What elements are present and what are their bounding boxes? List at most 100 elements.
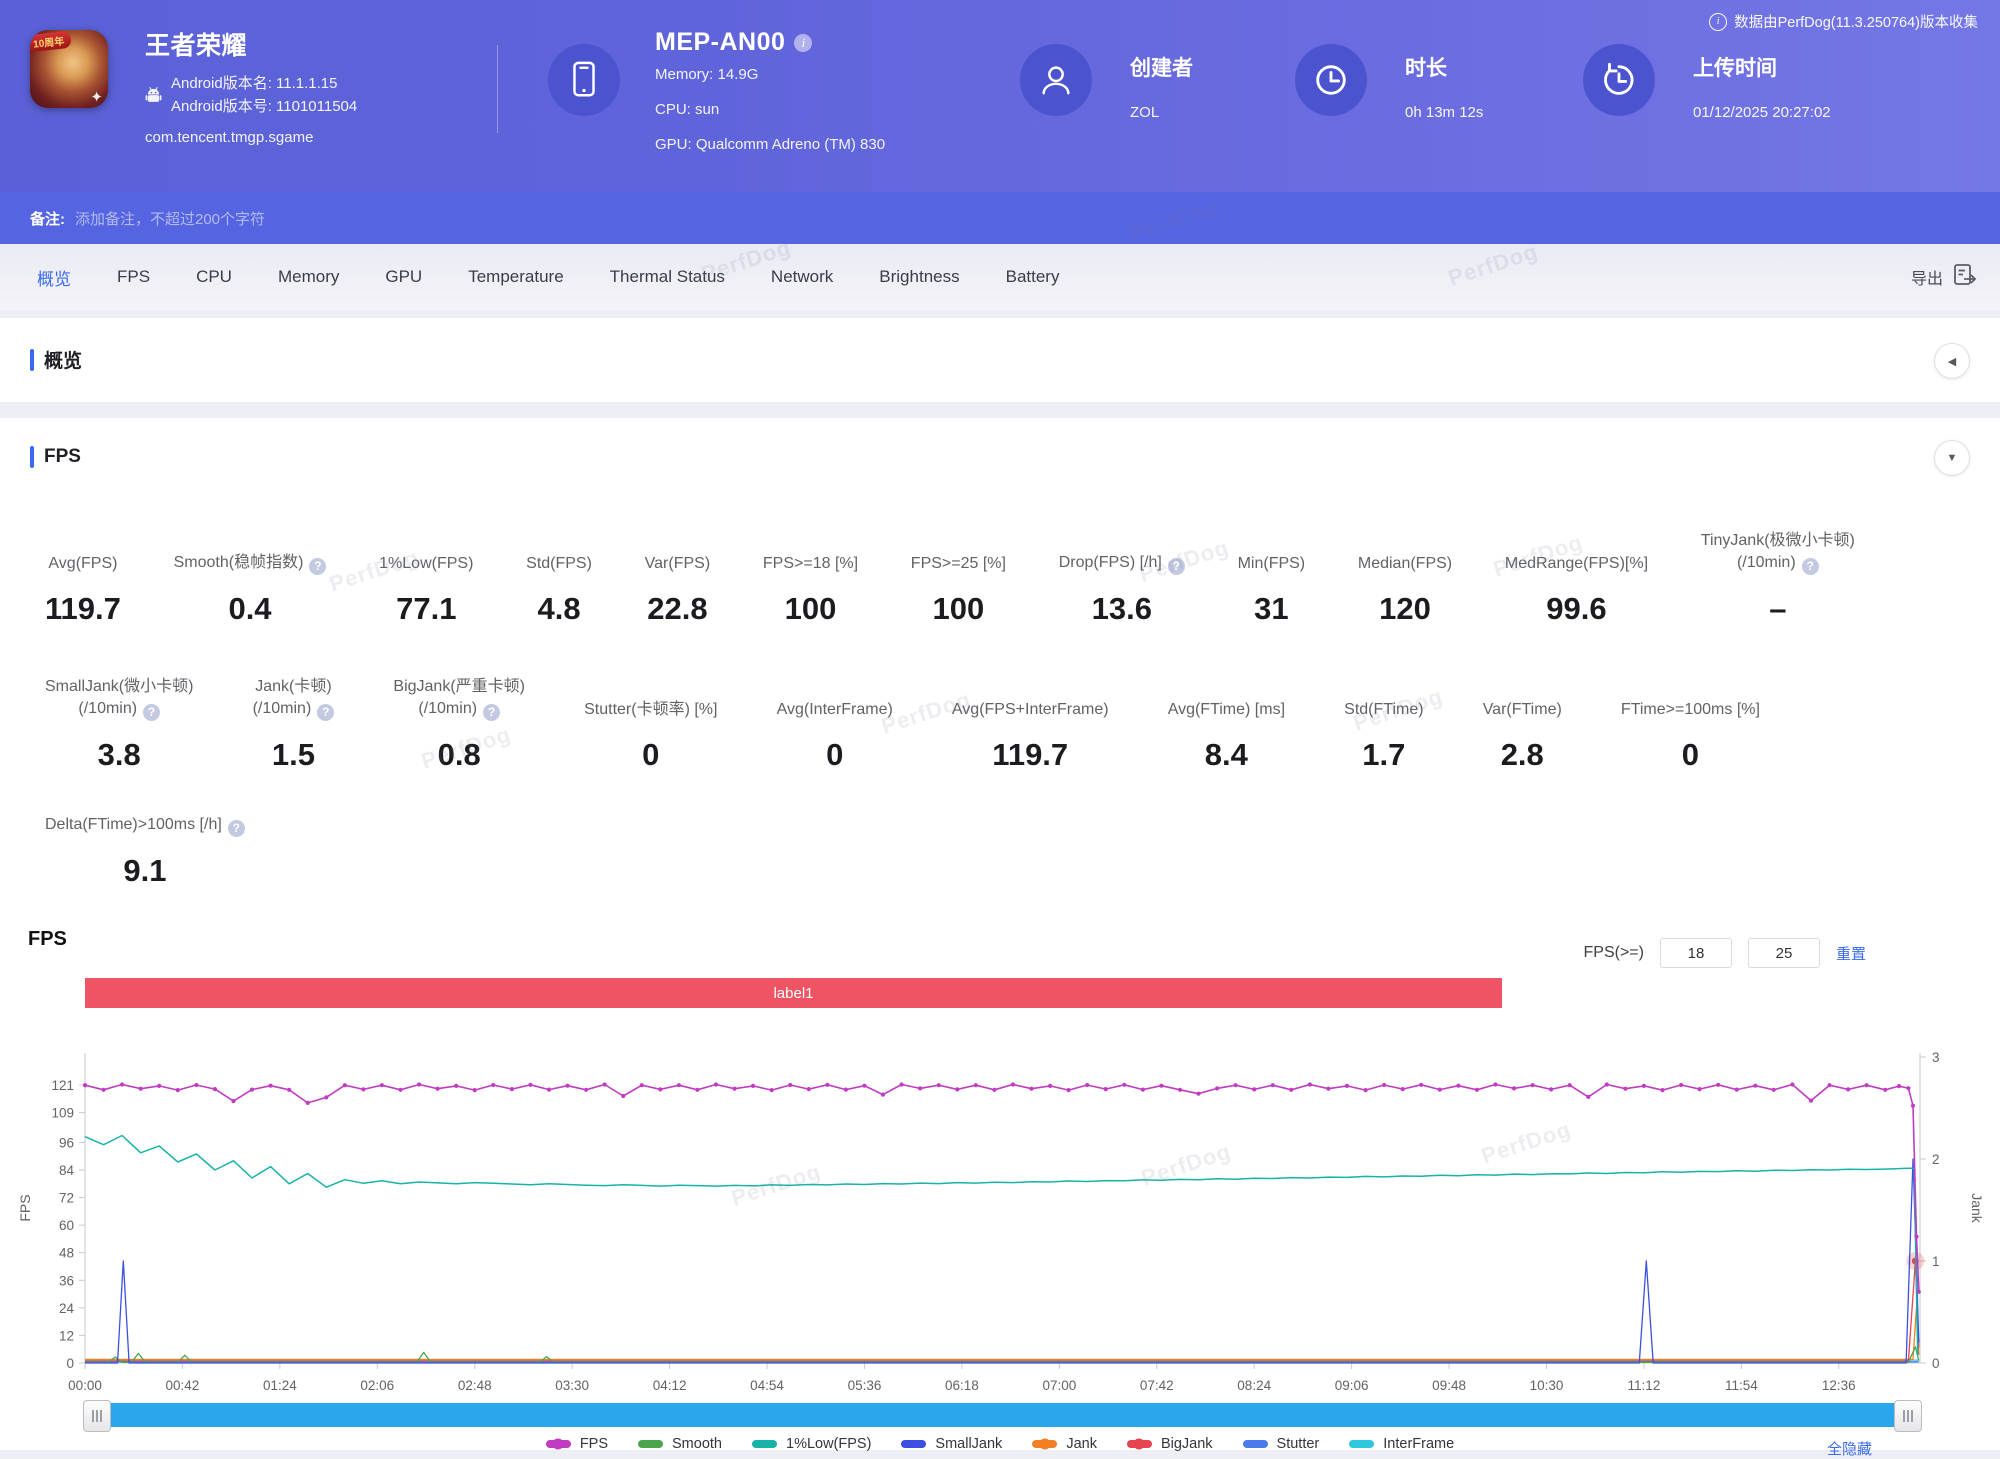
creator-block: 创建者 ZOL bbox=[1020, 44, 1193, 121]
svg-text:05:36: 05:36 bbox=[848, 1378, 882, 1393]
stat-value: 77.1 bbox=[396, 593, 456, 625]
help-icon[interactable]: ? bbox=[1802, 558, 1819, 575]
stat-stutter: Stutter(卡顿率) [%]0 bbox=[584, 699, 717, 771]
svg-text:04:12: 04:12 bbox=[653, 1378, 687, 1393]
stat-var: Var(FTime)2.8 bbox=[1483, 699, 1562, 771]
legend-marker bbox=[546, 1440, 571, 1448]
svg-text:24: 24 bbox=[59, 1301, 75, 1316]
stat-label: Avg(InterFrame) bbox=[777, 701, 893, 718]
upload-time-label: 上传时间 bbox=[1693, 52, 1831, 82]
stat-smooth: Smooth(稳帧指数)? 0.4 bbox=[174, 552, 327, 625]
svg-text:0: 0 bbox=[66, 1356, 74, 1371]
tab-temperature[interactable]: Temperature bbox=[445, 267, 586, 287]
history-clock-icon bbox=[1583, 44, 1655, 116]
reset-link[interactable]: 重置 bbox=[1836, 943, 1866, 964]
stat-label: Drop(FPS) [/h] bbox=[1059, 554, 1162, 571]
app-package: com.tencent.tmgp.sgame bbox=[145, 126, 357, 149]
info-icon: i bbox=[1709, 13, 1727, 31]
stat-label: Var(FTime) bbox=[1483, 701, 1562, 718]
stat-label: Avg(FPS+InterFrame) bbox=[952, 701, 1109, 718]
help-icon[interactable]: ? bbox=[1168, 558, 1185, 575]
stat-label: Var(FPS) bbox=[645, 555, 710, 572]
tab-brightness[interactable]: Brightness bbox=[856, 267, 982, 287]
export-button[interactable]: 导出 bbox=[1911, 244, 1978, 310]
stat-value: 0.4 bbox=[228, 593, 271, 625]
overview-collapse-button[interactable]: ◀ bbox=[1934, 343, 1970, 379]
svg-text:Jank: Jank bbox=[1969, 1193, 1985, 1224]
tab-概览[interactable]: 概览 bbox=[14, 265, 94, 290]
phone-icon bbox=[548, 44, 620, 116]
svg-text:1: 1 bbox=[1932, 1254, 1940, 1269]
stat-value: 100 bbox=[785, 593, 837, 625]
overview-panel: 概览 ◀ bbox=[0, 318, 2000, 402]
stat-delta: Delta(FTime)>100ms [/h]?9.1 bbox=[45, 814, 245, 887]
svg-text:00:42: 00:42 bbox=[166, 1378, 200, 1393]
svg-text:02:06: 02:06 bbox=[360, 1378, 394, 1393]
stat-fps>=18%: FPS>=18 [%]100 bbox=[763, 553, 858, 625]
fps-collapse-button[interactable]: ▼ bbox=[1934, 440, 1970, 476]
svg-text:04:54: 04:54 bbox=[750, 1378, 784, 1393]
stat-label: Median(FPS) bbox=[1358, 555, 1452, 572]
tab-cpu[interactable]: CPU bbox=[173, 267, 255, 287]
tab-battery[interactable]: Battery bbox=[983, 267, 1083, 287]
stat-median: Median(FPS) 120 bbox=[1358, 553, 1452, 625]
stat-label: FPS>=25 [%] bbox=[911, 555, 1006, 572]
stat-ftime>=100ms%: FTime>=100ms [%]0 bbox=[1621, 699, 1760, 771]
svg-text:36: 36 bbox=[59, 1273, 74, 1288]
fps-threshold-input-2[interactable] bbox=[1748, 938, 1820, 968]
help-icon[interactable]: ? bbox=[483, 704, 500, 721]
chart-label-annotation[interactable]: label1 bbox=[85, 978, 1502, 1008]
tab-thermal-status[interactable]: Thermal Status bbox=[587, 267, 748, 287]
stat-value: 120 bbox=[1379, 593, 1431, 625]
svg-text:09:48: 09:48 bbox=[1432, 1378, 1466, 1393]
export-label: 导出 bbox=[1911, 265, 1943, 289]
tab-gpu[interactable]: GPU bbox=[362, 267, 445, 287]
stat-value: 0 bbox=[1682, 739, 1699, 771]
range-handle-left[interactable] bbox=[83, 1400, 111, 1432]
help-icon[interactable]: ? bbox=[309, 558, 326, 575]
help-icon[interactable]: ? bbox=[317, 704, 334, 721]
stat-label: Smooth(稳帧指数) bbox=[174, 554, 304, 571]
stat-label: Avg(FPS) bbox=[48, 555, 117, 572]
fps-section-title: FPS bbox=[44, 446, 81, 468]
fps-chart[interactable]: 01224364860728496109121012300:0000:4201:… bbox=[0, 1035, 2000, 1395]
fps-threshold-label: FPS(>=) bbox=[1584, 944, 1644, 962]
note-input-bar[interactable]: 备注: 添加备注，不超过200个字符 bbox=[0, 192, 2000, 244]
svg-text:FPS: FPS bbox=[17, 1194, 33, 1221]
help-icon[interactable]: ? bbox=[228, 820, 245, 837]
tab-bar: 概览FPSCPUMemoryGPUTemperatureThermal Stat… bbox=[0, 244, 2000, 310]
svg-text:12: 12 bbox=[59, 1328, 74, 1343]
range-handle-right[interactable] bbox=[1894, 1400, 1922, 1432]
device-info-icon[interactable]: i bbox=[794, 34, 812, 52]
legend-marker bbox=[752, 1440, 777, 1448]
legend-marker bbox=[1243, 1440, 1268, 1448]
stat-avg: Avg(FPS)119.7 bbox=[45, 553, 121, 625]
creator-icon bbox=[1020, 44, 1092, 116]
stat-label: TinyJank(极微小卡顿) (/10min) bbox=[1701, 532, 1855, 571]
svg-text:60: 60 bbox=[59, 1218, 74, 1233]
help-icon[interactable]: ? bbox=[143, 704, 160, 721]
hide-all-link[interactable]: 全隐藏 bbox=[1827, 1438, 1872, 1459]
chart-range-track[interactable] bbox=[85, 1403, 1920, 1427]
chart-title: FPS bbox=[28, 928, 67, 951]
tab-fps[interactable]: FPS bbox=[94, 267, 173, 287]
stat-label: SmallJank(微小卡顿) (/10min) bbox=[45, 678, 193, 717]
stat-1%low: 1%Low(FPS)77.1 bbox=[379, 553, 473, 625]
device-gpu: GPU: Qualcomm Adreno (TM) 830 bbox=[655, 127, 885, 162]
fps-threshold-input-1[interactable] bbox=[1660, 938, 1732, 968]
app-version-name: Android版本名: 11.1.1.15 bbox=[171, 72, 357, 95]
tab-network[interactable]: Network bbox=[748, 267, 856, 287]
legend-marker bbox=[1349, 1440, 1374, 1448]
app-icon: 10周年 ✦ bbox=[30, 30, 108, 108]
creator-value: ZOL bbox=[1130, 104, 1193, 121]
duration-block: 时长 0h 13m 12s bbox=[1295, 44, 1483, 121]
svg-text:09:06: 09:06 bbox=[1335, 1378, 1369, 1393]
legend-marker bbox=[1127, 1440, 1152, 1448]
header-divider bbox=[497, 45, 498, 133]
tab-memory[interactable]: Memory bbox=[255, 267, 362, 287]
stat-value: 9.1 bbox=[123, 855, 166, 887]
stat-value: 22.8 bbox=[647, 593, 707, 625]
stat-value: 8.4 bbox=[1205, 739, 1248, 771]
device-cpu: CPU: sun bbox=[655, 92, 885, 127]
duration-label: 时长 bbox=[1405, 52, 1483, 82]
